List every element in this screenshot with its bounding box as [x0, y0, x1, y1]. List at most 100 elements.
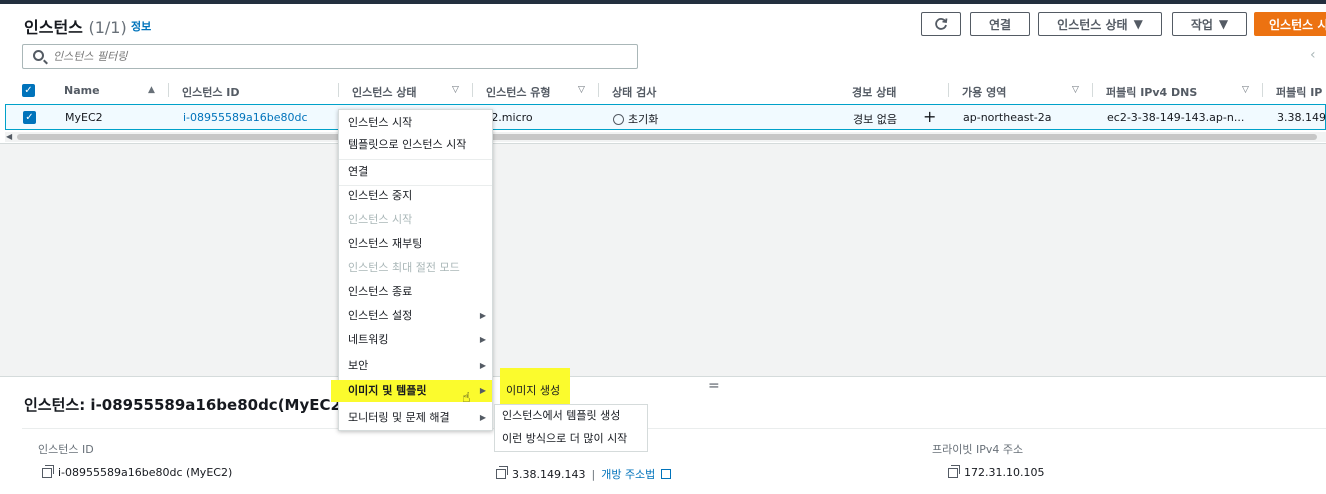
column-instance-id[interactable]: 인스턴스 ID — [182, 84, 240, 100]
filter-caret-icon[interactable]: ▽ — [1072, 85, 1079, 95]
column-alarm-status[interactable]: 경보 상태 — [852, 84, 896, 100]
column-instance-type[interactable]: 인스턴스 유형 — [486, 84, 551, 100]
connect-button[interactable]: 연결 — [970, 12, 1030, 36]
info-link[interactable]: 정보 — [131, 18, 151, 34]
column-public-dns[interactable]: 퍼블릭 IPv4 DNS — [1106, 84, 1197, 100]
resize-handle-icon[interactable]: = — [708, 378, 720, 394]
menu-item-instance-settings[interactable]: 인스턴스 설정 ▶ — [339, 305, 492, 327]
chevron-left-icon[interactable]: ‹ — [1310, 47, 1316, 63]
instance-id-value: i-08955589a16be80dc (MyEC2) — [58, 466, 233, 479]
column-public-ip[interactable]: 퍼블릭 IP — [1276, 84, 1322, 100]
actions-dropdown[interactable]: 작업 ▼ — [1172, 12, 1247, 36]
filter-caret-icon[interactable]: ▽ — [1242, 85, 1249, 95]
menu-item-label: 네트워킹 — [348, 333, 389, 346]
column-divider — [338, 83, 339, 97]
details-title: 인스턴스: i-08955589a16be80dc(MyEC2) — [24, 396, 348, 414]
add-alarm-icon[interactable]: + — [923, 107, 936, 126]
menu-item-hibernate-instance: 인스턴스 최대 절전 모드 — [348, 261, 460, 274]
instance-state-label: 인스턴스 상태 — [1057, 17, 1128, 32]
submenu-launch-more-like-this[interactable]: 이런 방식으로 더 많이 시작 — [496, 429, 633, 449]
menu-item-start-instance: 인스턴스 시작 — [348, 213, 413, 226]
actions-label: 작업 — [1190, 17, 1213, 32]
submenu-arrow-icon: ▶ — [479, 386, 486, 395]
menu-item-stop-instance[interactable]: 인스턴스 중지 — [339, 185, 492, 207]
cell-public-ip: 3.38.149. — [1277, 111, 1326, 124]
column-name[interactable]: Name — [64, 84, 100, 97]
copy-icon[interactable] — [948, 464, 960, 478]
table-row[interactable]: ✓ MyEC2 i-08955589a16be80dc t2.micro 초기화… — [5, 104, 1326, 130]
page-title: 인스턴스 (1/1) — [24, 14, 127, 38]
menu-item-terminate-instance[interactable]: 인스턴스 종료 — [339, 281, 492, 303]
column-divider — [1262, 83, 1263, 97]
instance-count: (1/1) — [88, 18, 127, 37]
connect-label: 연결 — [988, 17, 1012, 32]
submenu-arrow-icon: ▶ — [479, 413, 486, 422]
submenu-arrow-icon: ▶ — [479, 311, 486, 320]
menu-item-connect[interactable]: 연결 — [339, 161, 492, 183]
filter-caret-icon[interactable]: ▽ — [578, 85, 585, 95]
private-ip-label: 프라이빗 IPv4 주소 — [932, 443, 1024, 456]
column-divider — [1092, 83, 1093, 97]
submenu-create-template-from-instance[interactable]: 인스턴스에서 템플릿 생성 — [496, 406, 626, 426]
horizontal-scrollbar[interactable]: ◀ — [5, 132, 1326, 142]
cell-instance-type: t2.micro — [487, 111, 533, 124]
table-header: ✓ Name ▲ 인스턴스 ID 인스턴스 상태 ▽ 인스턴스 유형 ▽ 상태 … — [0, 80, 1326, 102]
menu-item-monitoring[interactable]: 모니터링 및 문제 해결 ▶ — [339, 407, 492, 429]
status-check-text: 초기화 — [628, 113, 659, 126]
instance-state-dropdown[interactable]: 인스턴스 상태 ▼ — [1038, 12, 1162, 36]
column-status-check[interactable]: 상태 검사 — [612, 84, 656, 100]
scrollbar-thumb[interactable] — [17, 134, 1317, 140]
cell-public-dns: ec2-3-38-149-143.ap-n... — [1107, 111, 1245, 124]
menu-item-networking[interactable]: 네트워킹 ▶ — [339, 329, 492, 351]
launch-label: 인스턴스 시 — [1269, 17, 1326, 32]
column-divider — [598, 83, 599, 97]
search-input[interactable] — [53, 48, 613, 65]
menu-item-security[interactable]: 보안 ▶ — [339, 355, 492, 377]
pointer-cursor-icon: ☝ — [462, 390, 471, 406]
public-ip-value: 3.38.149.143 — [512, 467, 586, 481]
scroll-left-icon[interactable]: ◀ — [6, 132, 12, 141]
column-divider — [948, 83, 949, 97]
select-all-checkbox[interactable]: ✓ — [22, 84, 35, 97]
column-divider — [168, 83, 169, 97]
caret-down-icon: ▼ — [1218, 17, 1229, 31]
cell-availability-zone: ap-northeast-2a — [963, 111, 1052, 124]
launch-instance-button[interactable]: 인스턴스 시 — [1254, 12, 1326, 36]
instances-panel: 인스턴스 (1/1) 정보 연결 인스턴스 상태 ▼ 작업 ▼ 인스턴스 시 ‹… — [0, 4, 1326, 144]
refresh-icon — [935, 18, 948, 30]
actions-context-menu: 인스턴스 시작 템플릿으로 인스턴스 시작 연결 인스턴스 중지 인스턴스 시작… — [331, 109, 493, 431]
instance-id-label: 인스턴스 ID — [38, 443, 94, 456]
cell-status-check: 초기화 — [613, 111, 658, 127]
menu-item-label: 이미지 및 템플릿 — [348, 384, 427, 397]
filter-caret-icon[interactable]: ▽ — [452, 85, 459, 95]
public-ip-value-row: 3.38.149.143 | 개방 주소법 — [496, 466, 672, 482]
caret-down-icon: ▼ — [1133, 17, 1143, 31]
menu-item-launch-from-template[interactable]: 템플릿으로 인스턴스 시작 — [339, 134, 492, 156]
column-availability-zone[interactable]: 가용 영역 — [962, 84, 1006, 100]
submenu-create-image[interactable]: 이미지 생성 — [500, 368, 570, 404]
copy-icon[interactable] — [496, 466, 508, 479]
private-ip-value: 172.31.10.105 — [964, 466, 1045, 479]
cell-instance-id[interactable]: i-08955589a16be80dc — [183, 111, 308, 124]
menu-item-label: 인스턴스 설정 — [348, 309, 413, 322]
copy-icon[interactable] — [42, 464, 54, 478]
menu-item-label: 보안 — [348, 359, 369, 372]
submenu-arrow-icon: ▶ — [479, 361, 486, 370]
column-divider — [472, 83, 473, 97]
column-instance-state[interactable]: 인스턴스 상태 — [352, 84, 417, 100]
refresh-button[interactable] — [921, 12, 961, 36]
search-icon — [33, 50, 44, 61]
private-ip-value-row: 172.31.10.105 — [948, 464, 1045, 479]
search-bar — [22, 44, 638, 69]
cell-alarm-status: 경보 없음 — [853, 113, 897, 126]
sort-asc-icon[interactable]: ▲ — [148, 85, 155, 95]
cell-name: MyEC2 — [65, 111, 103, 124]
open-address-link[interactable]: 개방 주소법 — [601, 466, 655, 482]
clock-icon — [613, 113, 624, 125]
menu-item-reboot-instance[interactable]: 인스턴스 재부팅 — [339, 233, 492, 255]
row-checkbox[interactable]: ✓ — [23, 111, 36, 124]
menu-separator — [339, 159, 492, 160]
external-link-icon[interactable] — [661, 469, 672, 479]
details-section — [22, 428, 1326, 494]
menu-item-launch-instance[interactable]: 인스턴스 시작 — [339, 112, 492, 134]
